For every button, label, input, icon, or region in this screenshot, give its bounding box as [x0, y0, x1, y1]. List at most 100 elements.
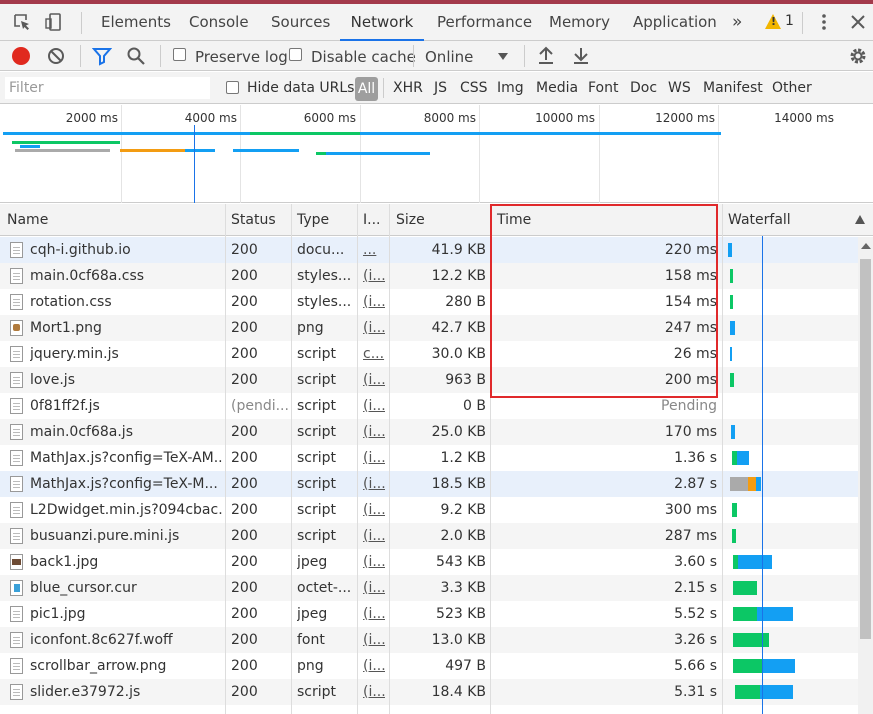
column-divider[interactable]: [225, 204, 226, 714]
tab-sources[interactable]: Sources: [271, 4, 330, 41]
table-row[interactable]: main.0cf68a.css 200 styles... (i... 12.2 KB 1…: [0, 263, 858, 289]
filter-type-font[interactable]: Font: [588, 80, 618, 96]
table-row[interactable]: 0f81ff2f.js (pendi... script (i... 0 B Pendin…: [0, 393, 858, 419]
filter-type-ws[interactable]: WS: [668, 80, 691, 96]
disable-cache-checkbox[interactable]: [289, 48, 302, 61]
filter-icon[interactable]: [91, 46, 113, 70]
cell-initiator[interactable]: c...: [363, 346, 385, 362]
column-divider[interactable]: [722, 204, 723, 714]
cell-initiator[interactable]: (i...: [363, 502, 385, 518]
cell-initiator[interactable]: (i...: [363, 476, 385, 492]
hide-data-urls-label[interactable]: Hide data URLs: [247, 80, 354, 96]
cell-initiator[interactable]: (i...: [363, 424, 385, 440]
cell-initiator[interactable]: (i...: [363, 268, 385, 284]
table-row[interactable]: main.0cf68a.js 200 script (i... 25.0 KB 170 m…: [0, 419, 858, 445]
table-row[interactable]: iconfont.8c627f.woff 200 font (i... 13.0 KB 3…: [0, 627, 858, 653]
table-scrollbar[interactable]: [858, 237, 873, 714]
tab-application[interactable]: Application: [633, 4, 717, 41]
column-header-type[interactable]: Type: [297, 212, 329, 228]
filter-type-manifest[interactable]: Manifest: [703, 80, 763, 96]
table-row[interactable]: slider.e37972.js 200 script (i... 18.4 KB 5.3…: [0, 679, 858, 705]
cell-initiator[interactable]: (i...: [363, 554, 385, 570]
preserve-log-label[interactable]: Preserve log: [195, 48, 288, 66]
file-icon: [10, 294, 23, 310]
cell-initiator[interactable]: (i...: [363, 580, 385, 596]
column-header-name[interactable]: Name: [7, 212, 48, 228]
tab-network[interactable]: Network: [340, 4, 424, 41]
tab-performance[interactable]: Performance: [437, 4, 532, 41]
preserve-log-checkbox[interactable]: [173, 48, 186, 61]
tab-memory[interactable]: Memory: [549, 4, 610, 41]
filter-type-doc[interactable]: Doc: [630, 80, 657, 96]
table-row[interactable]: jquery.min.js 200 script c... 30.0 KB 26 ms: [0, 341, 858, 367]
chevron-down-icon[interactable]: [498, 53, 508, 60]
cell-name: L2Dwidget.min.js?094cbac...: [30, 502, 222, 518]
throttling-select[interactable]: Online: [425, 48, 473, 66]
table-row[interactable]: L2Dwidget.min.js?094cbac... 200 script (i..…: [0, 497, 858, 523]
column-divider[interactable]: [389, 204, 390, 714]
table-row[interactable]: scrollbar_arrow.png 200 png (i... 497 B 5.66 …: [0, 653, 858, 679]
cell-initiator[interactable]: (i...: [363, 320, 385, 336]
column-header-status[interactable]: Status: [231, 212, 276, 228]
filter-input[interactable]: [5, 77, 210, 99]
filter-type-other[interactable]: Other: [772, 80, 812, 96]
cell-initiator[interactable]: (i...: [363, 632, 385, 648]
filter-type-css[interactable]: CSS: [460, 80, 488, 96]
device-toolbar-icon[interactable]: [44, 12, 64, 32]
cell-initiator[interactable]: (i...: [363, 606, 385, 622]
tab-console[interactable]: Console: [189, 4, 249, 41]
search-icon[interactable]: [126, 46, 146, 70]
more-tabs-icon[interactable]: »: [732, 4, 742, 41]
import-har-icon[interactable]: [537, 46, 555, 70]
filter-type-js[interactable]: JS: [434, 80, 447, 96]
sort-ascending-icon[interactable]: [855, 215, 865, 224]
table-row[interactable]: busuanzi.pure.mini.js 200 script (i... 2.0 K…: [0, 523, 858, 549]
more-options-icon[interactable]: [814, 12, 834, 32]
column-divider[interactable]: [490, 204, 491, 714]
table-row[interactable]: cqh-i.github.io 200 docu...... 41.9 KB 220 m…: [0, 237, 858, 263]
cell-initiator[interactable]: (i...: [363, 398, 385, 414]
cell-initiator[interactable]: ...: [363, 242, 385, 258]
overview-gridline: [479, 105, 480, 203]
table-row[interactable]: rotation.css 200 styles... (i... 280 B 154 ms: [0, 289, 858, 315]
filter-type-xhr[interactable]: XHR: [393, 80, 423, 96]
table-row[interactable]: MathJax.js?config=TeX-M... 200 script (i...…: [0, 471, 858, 497]
table-row[interactable]: MathJax.js?config=TeX-AM... 200 script (i..…: [0, 445, 858, 471]
table-row[interactable]: back1.jpg 200 jpeg (i... 543 KB 3.60 s: [0, 549, 858, 575]
disable-cache-label[interactable]: Disable cache: [311, 48, 416, 66]
column-divider[interactable]: [357, 204, 358, 714]
table-row[interactable]: Mort1.png 200 png (i... 42.7 KB 247 ms: [0, 315, 858, 341]
tab-elements[interactable]: Elements: [101, 4, 171, 41]
filter-type-all[interactable]: All: [355, 77, 378, 101]
hide-data-urls-checkbox[interactable]: [226, 81, 239, 94]
settings-gear-icon[interactable]: [848, 46, 868, 70]
close-icon[interactable]: [848, 12, 868, 32]
record-button[interactable]: [12, 47, 30, 65]
cell-initiator[interactable]: (i...: [363, 658, 385, 674]
scrollbar-thumb[interactable]: [860, 259, 871, 639]
cell-status: 200: [231, 372, 258, 388]
table-row[interactable]: pic1.jpg 200 jpeg (i... 523 KB 5.52 s: [0, 601, 858, 627]
column-divider[interactable]: [291, 204, 292, 714]
filter-type-img[interactable]: Img: [497, 80, 524, 96]
export-har-icon[interactable]: [572, 46, 590, 70]
cell-initiator[interactable]: (i...: [363, 372, 385, 388]
table-row[interactable]: love.js 200 script (i... 963 B 200 ms: [0, 367, 858, 393]
cell-initiator[interactable]: (i...: [363, 450, 385, 466]
column-header-initiator[interactable]: I...: [363, 212, 380, 228]
filter-type-media[interactable]: Media: [536, 80, 578, 96]
column-header-size[interactable]: Size: [396, 212, 425, 228]
cell-time: 247 ms: [664, 320, 717, 336]
scroll-up-icon[interactable]: [861, 243, 871, 249]
column-header-time[interactable]: Time: [497, 212, 531, 228]
cell-size: 18.5 KB: [431, 476, 486, 492]
inspect-element-icon[interactable]: [12, 12, 32, 32]
column-header-waterfall[interactable]: Waterfall: [728, 212, 791, 228]
waterfall-load-marker: [762, 236, 763, 714]
clear-icon[interactable]: [46, 46, 66, 70]
cell-initiator[interactable]: (i...: [363, 294, 385, 310]
cell-initiator[interactable]: (i...: [363, 684, 385, 700]
cell-initiator[interactable]: (i...: [363, 528, 385, 544]
table-row[interactable]: blue_cursor.cur 200 octet-... (i... 3.3 KB 2.…: [0, 575, 858, 601]
network-overview-timeline[interactable]: 2000 ms 4000 ms 6000 ms 8000 ms 10000 ms…: [0, 105, 873, 203]
